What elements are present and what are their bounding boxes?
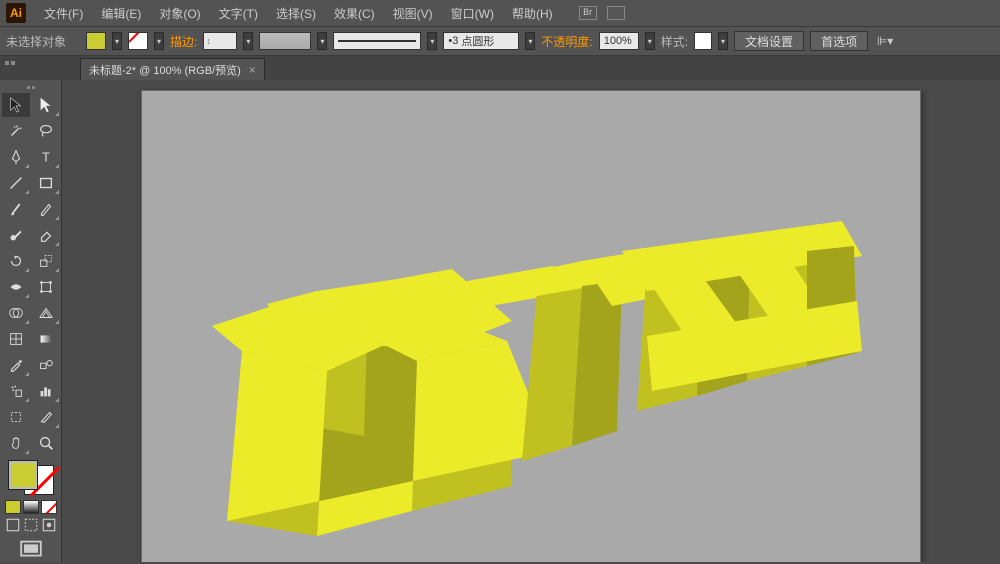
stroke-profile-dropdown[interactable]: ▾ xyxy=(427,32,437,50)
opacity-label[interactable]: 不透明度: xyxy=(541,33,592,50)
toolbox: T xyxy=(0,80,62,562)
stroke-swatch[interactable] xyxy=(128,32,148,50)
draw-behind-icon[interactable] xyxy=(23,518,39,532)
preferences-button[interactable]: 首选项 xyxy=(810,31,868,51)
artwork-3d-text xyxy=(142,91,922,562)
menu-window[interactable]: 窗口(W) xyxy=(443,1,502,26)
stroke-weight-dropdown[interactable]: ▾ xyxy=(243,32,253,50)
symbol-sprayer-tool[interactable] xyxy=(2,379,30,403)
document-tab[interactable]: 未标题-2* @ 100% (RGB/预览) × xyxy=(80,58,265,80)
menu-select[interactable]: 选择(S) xyxy=(268,1,324,26)
draw-inside-icon[interactable] xyxy=(41,518,57,532)
menu-edit[interactable]: 编辑(E) xyxy=(93,1,149,26)
magic-wand-tool[interactable] xyxy=(2,119,30,143)
menu-help[interactable]: 帮助(H) xyxy=(504,1,561,26)
rectangle-tool[interactable] xyxy=(32,171,60,195)
menu-type[interactable]: 文字(T) xyxy=(211,1,266,26)
style-dropdown[interactable]: ▾ xyxy=(718,32,728,50)
arrange-docs-icon[interactable] xyxy=(607,6,625,20)
menu-object[interactable]: 对象(O) xyxy=(151,1,208,26)
stroke-profile[interactable] xyxy=(333,32,421,50)
align-dropdown-icon[interactable]: ⊫▾ xyxy=(874,33,896,49)
type-tool[interactable]: T xyxy=(32,145,60,169)
eyedropper-tool[interactable] xyxy=(2,353,30,377)
app-logo: Ai xyxy=(6,3,26,23)
brush-dropdown[interactable]: ▾ xyxy=(525,32,535,50)
close-tab-icon[interactable]: × xyxy=(249,63,256,77)
menu-bar: Ai 文件(F) 编辑(E) 对象(O) 文字(T) 选择(S) 效果(C) 视… xyxy=(0,0,1000,26)
selection-tool[interactable] xyxy=(2,93,30,117)
lasso-tool[interactable] xyxy=(32,119,60,143)
panel-drag-handle[interactable] xyxy=(0,58,20,68)
artboard[interactable] xyxy=(141,90,921,562)
color-mode-icon[interactable] xyxy=(5,500,21,514)
slice-tool[interactable] xyxy=(32,405,60,429)
width-tool[interactable] xyxy=(2,275,30,299)
fill-stroke-picker[interactable] xyxy=(9,461,53,494)
none-mode-icon[interactable] xyxy=(41,500,57,514)
blend-tool[interactable] xyxy=(32,353,60,377)
line-tool[interactable] xyxy=(2,171,30,195)
hand-tool[interactable] xyxy=(2,431,30,455)
menu-view[interactable]: 视图(V) xyxy=(385,1,441,26)
gradient-mode-icon[interactable] xyxy=(23,500,39,514)
opacity-dropdown[interactable]: ▾ xyxy=(645,32,655,50)
svg-text:T: T xyxy=(42,151,50,165)
stroke-weight-field[interactable]: ↕ xyxy=(203,32,237,50)
stroke-varwidth[interactable] xyxy=(259,32,311,50)
pen-tool[interactable] xyxy=(2,145,30,169)
bridge-icon[interactable]: Br xyxy=(579,6,597,20)
direct-selection-tool[interactable] xyxy=(32,93,60,117)
fill-color-swatch[interactable] xyxy=(9,461,37,489)
document-tab-title: 未标题-2* @ 100% (RGB/预览) xyxy=(89,62,241,78)
canvas-area[interactable] xyxy=(62,80,1000,562)
shape-builder-tool[interactable] xyxy=(2,301,30,325)
mesh-tool[interactable] xyxy=(2,327,30,351)
scale-tool[interactable] xyxy=(32,249,60,273)
fill-dropdown[interactable]: ▾ xyxy=(112,32,122,50)
draw-normal-icon[interactable] xyxy=(5,518,21,532)
toolbox-drag-handle[interactable] xyxy=(0,84,61,91)
pencil-tool[interactable] xyxy=(32,197,60,221)
zoom-tool[interactable] xyxy=(32,431,60,455)
style-label: 样式: xyxy=(661,33,688,50)
free-transform-tool[interactable] xyxy=(32,275,60,299)
eraser-tool[interactable] xyxy=(32,223,60,247)
menu-effect[interactable]: 效果(C) xyxy=(326,1,383,26)
column-graph-tool[interactable] xyxy=(32,379,60,403)
document-tab-bar: 未标题-2* @ 100% (RGB/预览) × xyxy=(0,56,1000,80)
control-bar: 未选择对象 ▾ ▾ 描边: ↕ ▾ ▾ ▾ • 3 点圆形 ▾ 不透明度: 10… xyxy=(0,26,1000,56)
blob-brush-tool[interactable] xyxy=(2,223,30,247)
selection-status: 未选择对象 xyxy=(6,33,66,50)
stroke-varwidth-dropdown[interactable]: ▾ xyxy=(317,32,327,50)
stroke-dropdown[interactable]: ▾ xyxy=(154,32,164,50)
menu-file[interactable]: 文件(F) xyxy=(36,1,91,26)
artboard-tool[interactable] xyxy=(2,405,30,429)
graphic-style-swatch[interactable] xyxy=(694,32,712,50)
stroke-label[interactable]: 描边: xyxy=(170,33,197,50)
gradient-tool[interactable] xyxy=(32,327,60,351)
opacity-field[interactable]: 100% xyxy=(599,32,639,50)
fill-swatch[interactable] xyxy=(86,32,106,50)
document-setup-button[interactable]: 文档设置 xyxy=(734,31,804,51)
brush-definition[interactable]: • 3 点圆形 xyxy=(443,32,519,50)
paintbrush-tool[interactable] xyxy=(2,197,30,221)
rotate-tool[interactable] xyxy=(2,249,30,273)
perspective-grid-tool[interactable] xyxy=(32,301,60,325)
screen-mode-button[interactable] xyxy=(17,538,45,562)
